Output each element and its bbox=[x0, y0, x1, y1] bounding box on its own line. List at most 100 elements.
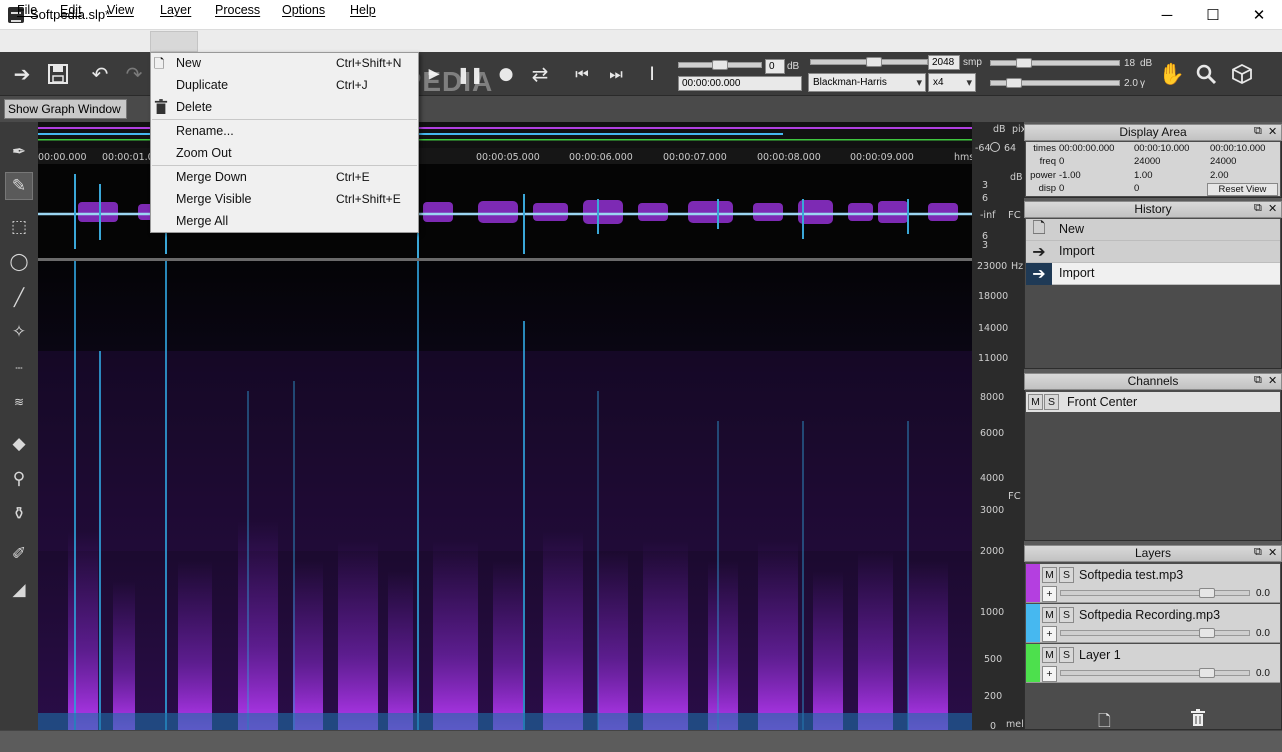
menu-item-new[interactable]: New bbox=[176, 56, 201, 70]
freq-start[interactable]: 0 bbox=[1059, 156, 1064, 167]
menu-item-merge-visible[interactable]: Merge Visible bbox=[176, 192, 252, 206]
gamma-value[interactable]: 2.0 bbox=[1124, 78, 1138, 89]
channel-solo-button[interactable]: S bbox=[1044, 394, 1059, 410]
range-slider-knob[interactable] bbox=[1016, 58, 1032, 68]
spectrogram-view[interactable] bbox=[38, 261, 972, 730]
times-end[interactable]: 00:00:10.000 bbox=[1134, 143, 1189, 154]
menu-item-merge-all[interactable]: Merge All bbox=[176, 214, 228, 228]
cube-icon[interactable] bbox=[1228, 60, 1256, 88]
power-start[interactable]: -1.00 bbox=[1059, 170, 1081, 181]
disp-end[interactable]: 0 bbox=[1134, 183, 1139, 194]
menu-item-rename[interactable]: Rename... bbox=[176, 124, 234, 138]
layer-color-swatch[interactable] bbox=[1026, 604, 1040, 642]
layer-opacity-knob[interactable] bbox=[1199, 588, 1215, 598]
panel-close-icon[interactable]: ✕ bbox=[1268, 125, 1277, 138]
loop-icon[interactable]: ⇄ bbox=[526, 60, 554, 88]
skip-start-icon[interactable]: ⏮ bbox=[568, 60, 596, 88]
layer-color-swatch[interactable] bbox=[1026, 564, 1040, 602]
freq-length[interactable]: 24000 bbox=[1210, 156, 1236, 167]
zoom-icon[interactable] bbox=[1192, 60, 1220, 88]
zoom-knob[interactable] bbox=[990, 142, 1000, 152]
layer-mute-button[interactable]: M bbox=[1042, 567, 1057, 583]
power-length[interactable]: 2.00 bbox=[1210, 170, 1229, 181]
time-select-icon[interactable]: ┄ bbox=[5, 354, 33, 382]
menu-view[interactable]: View bbox=[107, 3, 134, 17]
layer-name[interactable]: Softpedia test.mp3 bbox=[1079, 568, 1183, 582]
pen-tool-icon[interactable]: ✎ bbox=[5, 172, 33, 200]
paint-bucket-icon[interactable]: ◢ bbox=[5, 576, 33, 604]
menu-process[interactable]: Process bbox=[215, 3, 260, 17]
layer-solo-button[interactable]: S bbox=[1059, 607, 1074, 623]
magic-wand-icon[interactable]: ✧ bbox=[5, 318, 33, 346]
volume-slider-knob[interactable] bbox=[712, 60, 728, 70]
channel-mute-button[interactable]: M bbox=[1028, 394, 1043, 410]
menu-layer[interactable]: Layer bbox=[160, 3, 191, 17]
menu-item-delete[interactable]: Delete bbox=[176, 100, 212, 114]
window-function-select[interactable]: Blackman-Harris bbox=[808, 73, 926, 92]
eyedropper-icon[interactable]: ✒ bbox=[5, 138, 33, 166]
layer-solo-button[interactable]: S bbox=[1059, 567, 1074, 583]
brush-icon[interactable]: ╱ bbox=[5, 284, 33, 312]
record-icon[interactable]: ● bbox=[492, 60, 520, 88]
menu-help[interactable]: Help bbox=[350, 3, 376, 17]
menu-file[interactable]: File bbox=[17, 3, 37, 17]
layer-name[interactable]: Softpedia Recording.mp3 bbox=[1079, 608, 1220, 622]
menu-item-duplicate[interactable]: Duplicate bbox=[176, 78, 228, 92]
layer-opacity-knob[interactable] bbox=[1199, 628, 1215, 638]
skip-end-icon[interactable]: ⏭ bbox=[602, 60, 630, 88]
menu-options[interactable]: Options bbox=[282, 3, 325, 17]
reset-view-button[interactable]: Reset View bbox=[1207, 183, 1278, 196]
history-item[interactable]: 🗋 New bbox=[1026, 219, 1280, 241]
layer-solo-button[interactable]: S bbox=[1059, 647, 1074, 663]
menu-item-zoom-out[interactable]: Zoom Out bbox=[176, 146, 232, 160]
history-item[interactable]: ➔ Import bbox=[1026, 241, 1280, 263]
show-graph-window-button[interactable]: Show Graph Window bbox=[4, 99, 127, 119]
volume-value[interactable]: 0 bbox=[765, 59, 785, 74]
gamma-slider-knob[interactable] bbox=[1006, 78, 1022, 88]
redo-icon[interactable]: ↷ bbox=[120, 60, 148, 88]
layer-add-button[interactable]: + bbox=[1042, 626, 1057, 642]
range-value[interactable]: 18 bbox=[1124, 58, 1135, 69]
float-icon[interactable]: ⧉ bbox=[1254, 546, 1262, 559]
layer-opacity-knob[interactable] bbox=[1199, 668, 1215, 678]
layer-color-swatch[interactable] bbox=[1026, 644, 1040, 682]
lasso-icon[interactable]: ◯ bbox=[5, 248, 33, 276]
cursor-icon[interactable]: I bbox=[638, 60, 666, 88]
channel-row[interactable] bbox=[1026, 392, 1280, 412]
panel-close-icon[interactable]: ✕ bbox=[1268, 202, 1277, 215]
times-length[interactable]: 00:00:10.000 bbox=[1210, 143, 1265, 154]
history-item-selected[interactable]: ➔ Import bbox=[1026, 263, 1280, 285]
magnifier-icon[interactable]: ⚲ bbox=[5, 465, 33, 493]
time-field[interactable]: 00:00:00.000 bbox=[678, 76, 802, 91]
times-start[interactable]: 00:00:00.000 bbox=[1059, 143, 1114, 154]
layer-opacity-slider[interactable] bbox=[1060, 590, 1250, 596]
freq-end[interactable]: 24000 bbox=[1134, 156, 1160, 167]
overlap-select[interactable]: x4 bbox=[928, 73, 976, 92]
maximize-button[interactable]: ☐ bbox=[1190, 0, 1236, 30]
layer-opacity-slider[interactable] bbox=[1060, 670, 1250, 676]
float-icon[interactable]: ⧉ bbox=[1254, 374, 1262, 387]
stamp-icon[interactable]: ⚱ bbox=[5, 500, 33, 528]
trash-icon[interactable] bbox=[1190, 709, 1206, 730]
panel-close-icon[interactable]: ✕ bbox=[1268, 546, 1277, 559]
menu-edit[interactable]: Edit bbox=[60, 3, 82, 17]
layer-name[interactable]: Layer 1 bbox=[1079, 648, 1121, 662]
panel-close-icon[interactable]: ✕ bbox=[1268, 374, 1277, 387]
layer-add-button[interactable]: + bbox=[1042, 666, 1057, 682]
layer-opacity-slider[interactable] bbox=[1060, 630, 1250, 636]
freq-select-icon[interactable]: ≋ bbox=[5, 388, 33, 416]
close-button[interactable]: ✕ bbox=[1236, 0, 1282, 30]
undo-icon[interactable]: ↶ bbox=[86, 60, 114, 88]
float-icon[interactable]: ⧉ bbox=[1254, 125, 1262, 138]
layer-mute-button[interactable]: M bbox=[1042, 647, 1057, 663]
fft-size-field[interactable]: 2048 bbox=[928, 55, 960, 70]
disp-start[interactable]: 0 bbox=[1059, 183, 1064, 194]
layer-mute-button[interactable]: M bbox=[1042, 607, 1057, 623]
layer-add-button[interactable]: + bbox=[1042, 586, 1057, 602]
float-icon[interactable]: ⧉ bbox=[1254, 202, 1262, 215]
pencil-icon[interactable]: ✐ bbox=[5, 540, 33, 568]
power-end[interactable]: 1.00 bbox=[1134, 170, 1153, 181]
rect-select-icon[interactable]: ⬚ bbox=[5, 213, 33, 241]
import-icon[interactable]: ➔ bbox=[8, 60, 36, 88]
menu-item-merge-down[interactable]: Merge Down bbox=[176, 170, 247, 184]
